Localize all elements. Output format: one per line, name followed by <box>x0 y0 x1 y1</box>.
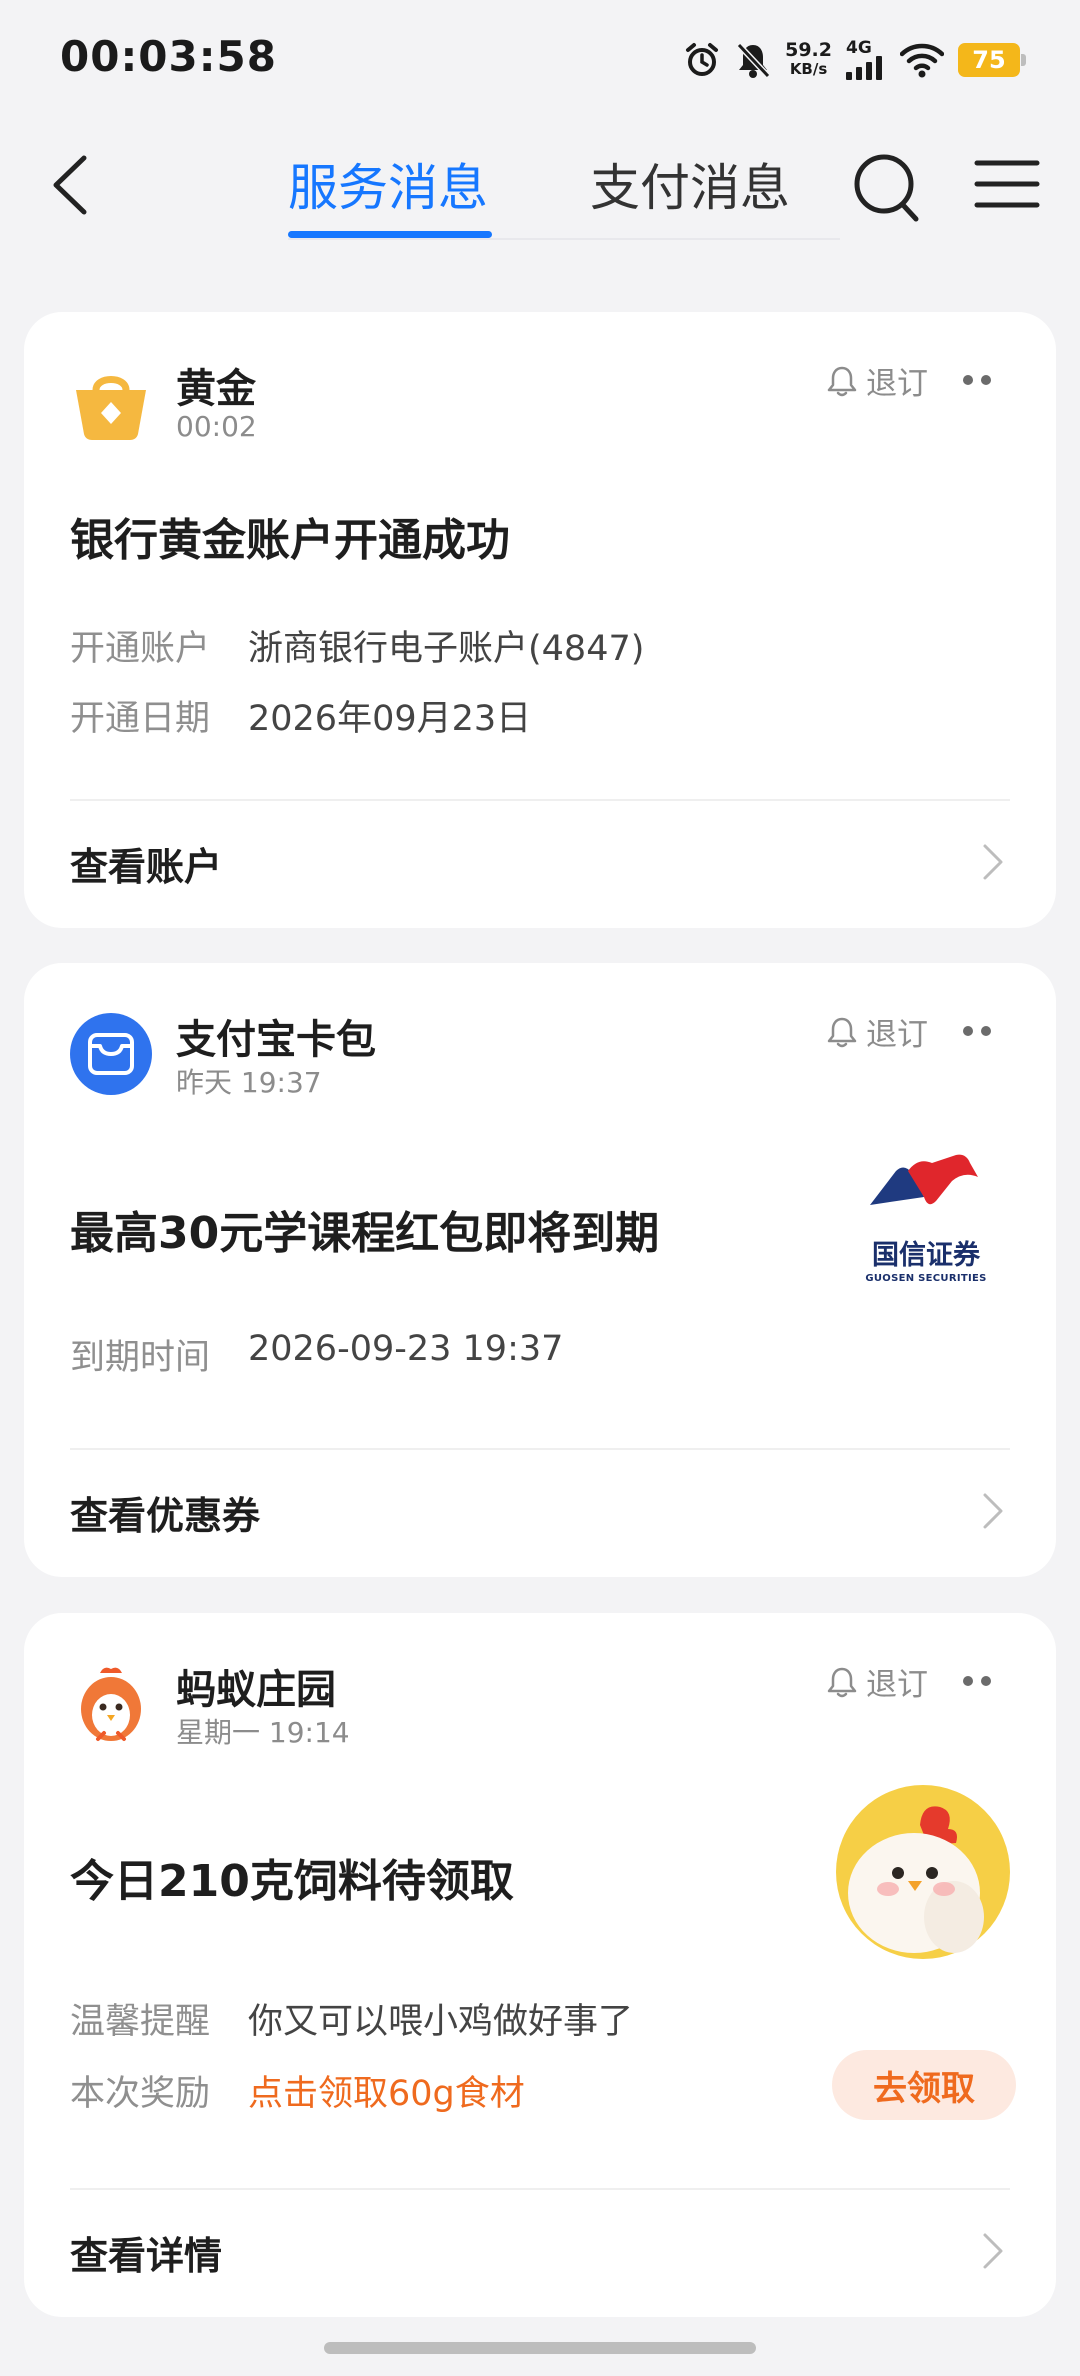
tab-payment-messages[interactable]: 支付消息 <box>590 148 790 220</box>
bell-icon <box>827 366 857 396</box>
more-options-icon[interactable] <box>962 1671 992 1691</box>
guosen-emblem-icon <box>870 1154 978 1205</box>
row-label: 本次奖励 <box>70 2074 211 2114</box>
card-title: 银行黄金账户开通成功 <box>70 515 510 566</box>
more-options-icon[interactable] <box>962 370 992 390</box>
tab-divider <box>288 238 840 240</box>
card-divider <box>70 1448 1010 1450</box>
unsubscribe-label: 退订 <box>866 1667 928 1703</box>
unsubscribe-label: 退订 <box>866 1017 928 1053</box>
message-card-gold[interactable]: 黄金 00:02 退订 银行黄金账户开通成功 开通账户 浙商银行电子账户(484… <box>24 312 1056 928</box>
row-label: 开通日期 <box>70 699 211 739</box>
info-row: 本次奖励 点击领取60g食材 <box>70 2065 525 2116</box>
info-row: 开通日期 2026年09月23日 <box>70 690 531 741</box>
card-wallet-icon <box>70 1013 152 1095</box>
info-row: 开通账户 浙商银行电子账户(4847) <box>70 620 644 671</box>
gold-basket-icon <box>76 376 146 440</box>
top-nav: 服务消息 支付消息 <box>0 130 1080 250</box>
view-coupons-link[interactable]: 查看优惠券 <box>70 1485 260 1540</box>
card-divider <box>70 799 1010 801</box>
guosen-logo-text: 国信证券 <box>872 1240 980 1271</box>
row-label: 温馨提醒 <box>70 2002 211 2042</box>
card-divider <box>70 2188 1010 2190</box>
card-timestamp: 00:02 <box>176 410 257 443</box>
chevron-right-icon <box>983 1493 1003 1529</box>
active-tab-indicator <box>288 231 492 238</box>
mute-bell-icon <box>736 42 771 79</box>
unsubscribe-button[interactable]: 退订 <box>826 1659 928 1704</box>
card-timestamp: 昨天 19:37 <box>176 1066 322 1099</box>
unsubscribe-label: 退订 <box>866 366 928 402</box>
card-timestamp: 星期一 19:14 <box>176 1716 350 1749</box>
message-card-ant-farm[interactable]: 蚂蚁庄园 星期一 19:14 退订 今日210克饲料待领取 温馨提醒 你又可以喂… <box>24 1613 1056 2317</box>
row-value: 你又可以喂小鸡做好事了 <box>248 2002 634 2042</box>
view-details-link[interactable]: 查看详情 <box>70 2225 222 2280</box>
tab-service-messages[interactable]: 服务消息 <box>288 148 488 220</box>
alarm-icon <box>686 43 719 76</box>
guosen-logo-subtext: GUOSEN SECURITIES <box>865 1273 987 1284</box>
unsubscribe-button[interactable]: 退订 <box>826 1009 928 1054</box>
card-title: 今日210克饲料待领取 <box>70 1856 514 1907</box>
info-row: 到期时间 2026-09-23 19:37 <box>70 1329 563 1380</box>
chevron-right-icon <box>983 844 1003 880</box>
battery-icon: 75 <box>958 43 1026 77</box>
network-speed: 59.2 KB/s <box>785 39 832 79</box>
status-icons: 59.2 KB/s 4G 75 <box>683 36 1026 84</box>
message-card-card-wallet[interactable]: 支付宝卡包 昨天 19:37 退订 最高30元学课程红包即将到期 国信证券 GU… <box>24 963 1056 1577</box>
bell-icon <box>827 1667 857 1697</box>
claim-button[interactable]: 去领取 <box>832 2050 1016 2120</box>
row-label: 到期时间 <box>70 1338 211 1378</box>
row-value: 2026-09-23 19:37 <box>248 1329 564 1369</box>
chevron-right-icon <box>983 2233 1003 2269</box>
wifi-icon <box>900 43 944 78</box>
row-value: 2026年09月23日 <box>248 699 532 739</box>
chick-mascot-image <box>836 1785 1010 1959</box>
info-row: 温馨提醒 你又可以喂小鸡做好事了 <box>70 1993 633 2044</box>
row-label: 开通账户 <box>70 629 211 669</box>
more-options-icon[interactable] <box>962 1021 992 1041</box>
bell-icon <box>827 1017 857 1047</box>
cellular-indicator: 4G <box>846 40 886 80</box>
card-source-name: 蚂蚁庄园 <box>176 1667 336 1713</box>
view-account-link[interactable]: 查看账户 <box>70 836 222 891</box>
back-arrow-icon[interactable] <box>44 150 100 220</box>
card-source-name: 支付宝卡包 <box>176 1017 376 1063</box>
reward-link[interactable]: 点击领取60g食材 <box>248 2065 525 2116</box>
card-title: 最高30元学课程红包即将到期 <box>70 1208 660 1259</box>
guosen-securities-logo: 国信证券 GUOSEN SECURITIES <box>852 1149 1000 1297</box>
menu-icon[interactable] <box>974 158 1040 210</box>
signal-icon <box>846 56 882 80</box>
row-value: 浙商银行电子账户(4847) <box>248 629 645 669</box>
status-time: 00:03:58 <box>60 32 277 81</box>
card-source-name: 黄金 <box>176 366 256 412</box>
search-icon[interactable] <box>852 150 922 226</box>
home-indicator[interactable] <box>324 2342 756 2354</box>
unsubscribe-button[interactable]: 退订 <box>826 358 928 403</box>
status-bar: 00:03:58 59.2 KB/s 4G 75 <box>0 0 1080 120</box>
chick-icon <box>81 1667 141 1741</box>
